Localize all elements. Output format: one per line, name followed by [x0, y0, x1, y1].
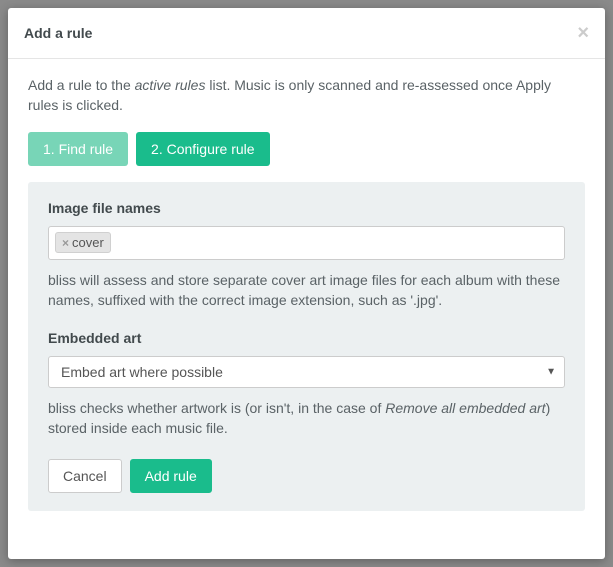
modal-header: Add a rule × — [8, 8, 605, 59]
step-configure-rule[interactable]: 2. Configure rule — [136, 132, 270, 166]
add-rule-modal: Add a rule × Add a rule to the active ru… — [8, 8, 605, 559]
embedded-art-select[interactable]: Embed art where possible ▼ — [48, 356, 565, 388]
modal-title: Add a rule — [24, 25, 92, 41]
cancel-button[interactable]: Cancel — [48, 459, 122, 493]
add-rule-button[interactable]: Add rule — [130, 459, 212, 493]
tag-text: cover — [72, 235, 104, 250]
desc-em: active rules — [135, 77, 206, 93]
embedded-art-label: Embedded art — [48, 330, 565, 346]
filename-tag[interactable]: ×cover — [55, 232, 111, 253]
embed-help-em: Remove all embedded art — [385, 400, 545, 416]
embedded-art-selected: Embed art where possible — [61, 364, 223, 380]
image-filenames-input[interactable]: ×cover — [48, 226, 565, 260]
embed-help-pre: bliss checks whether artwork is (or isn'… — [48, 400, 385, 416]
desc-pre: Add a rule to the — [28, 77, 135, 93]
embedded-art-help: bliss checks whether artwork is (or isn'… — [48, 398, 565, 439]
tag-remove-icon[interactable]: × — [62, 237, 69, 249]
close-icon[interactable]: × — [577, 23, 589, 43]
action-buttons: Cancel Add rule — [48, 459, 565, 493]
configure-panel: Image file names ×cover bliss will asses… — [28, 182, 585, 511]
image-filenames-label: Image file names — [48, 200, 565, 216]
image-filenames-help: bliss will assess and store separate cov… — [48, 270, 565, 311]
wizard-steps: 1. Find rule 2. Configure rule — [28, 132, 585, 166]
step-find-rule[interactable]: 1. Find rule — [28, 132, 128, 166]
embedded-art-select-wrap: Embed art where possible ▼ — [48, 356, 565, 388]
chevron-down-icon: ▼ — [546, 367, 556, 378]
modal-body: Add a rule to the active rules list. Mus… — [8, 59, 605, 559]
modal-description: Add a rule to the active rules list. Mus… — [28, 75, 585, 116]
